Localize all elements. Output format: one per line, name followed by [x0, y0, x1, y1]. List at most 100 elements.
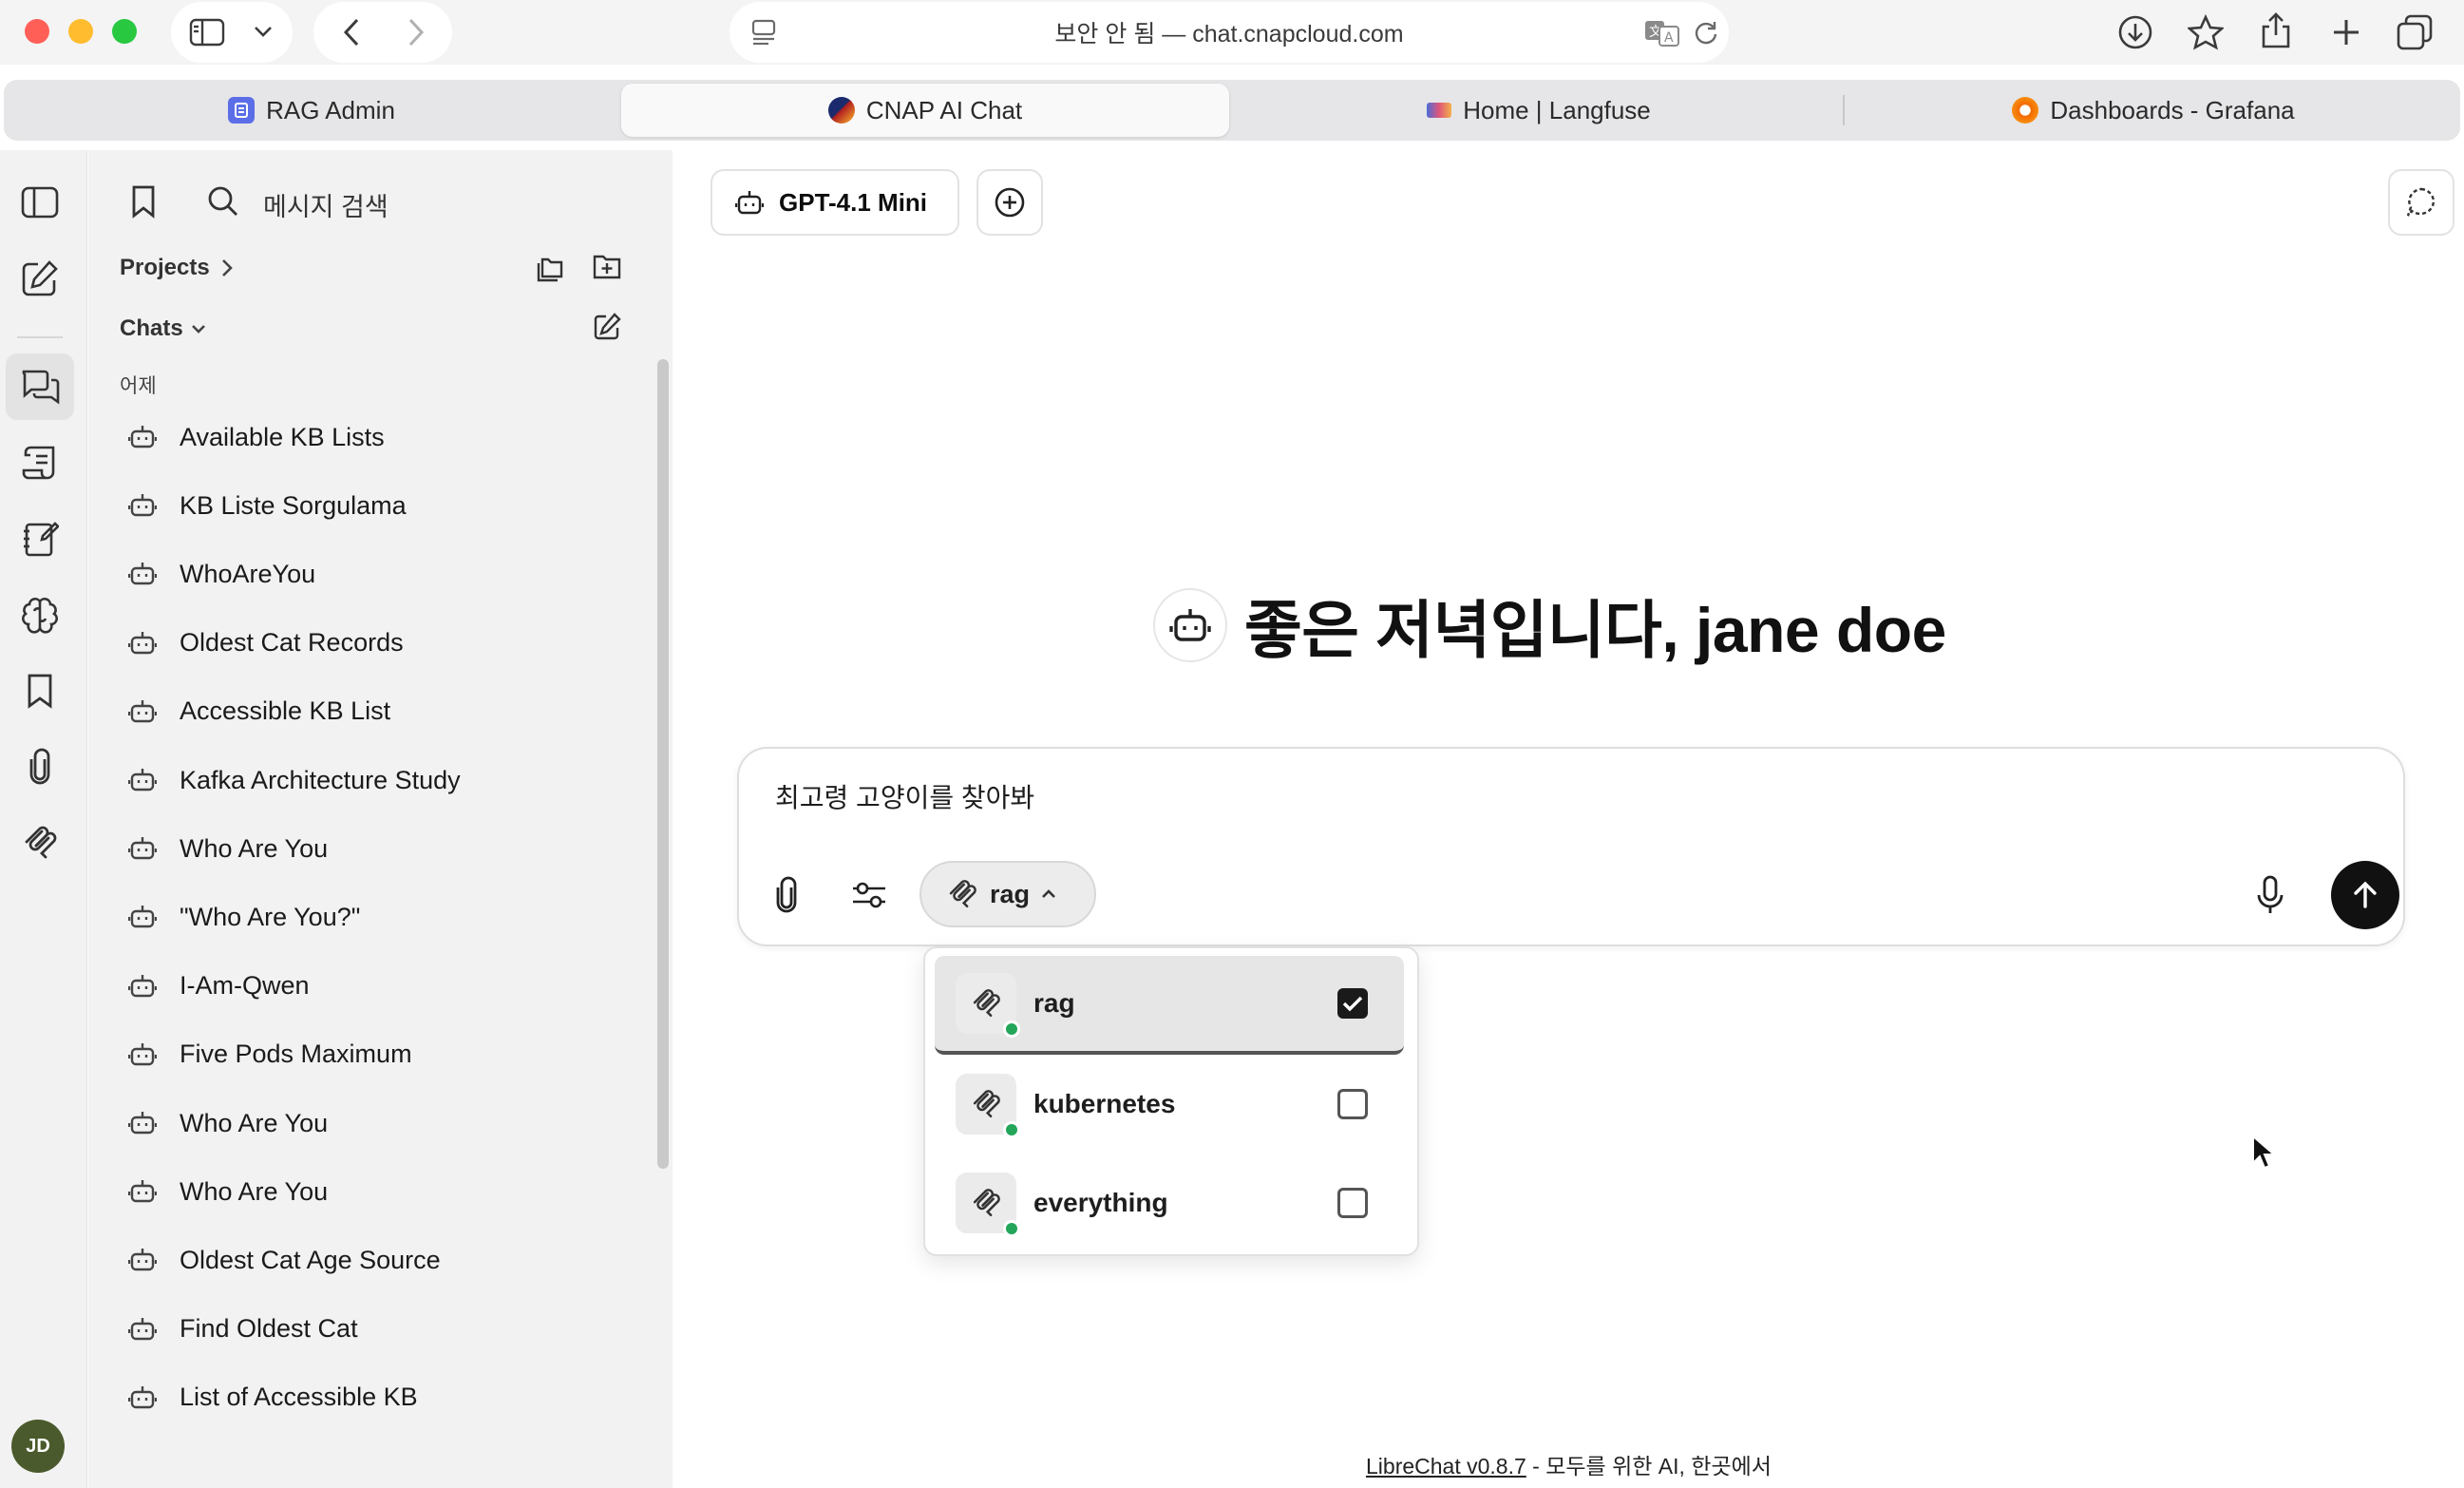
- bot-icon: [126, 1175, 159, 1208]
- chat-list-item[interactable]: Oldest Cat Age Source: [126, 1231, 639, 1288]
- chat-title: Kafka Architecture Study: [180, 765, 461, 794]
- chats-header[interactable]: Chats: [120, 315, 183, 342]
- chat-list-item[interactable]: Accessible KB List: [126, 683, 639, 740]
- mcp-option-label: kubernetes: [1033, 1089, 1176, 1118]
- sidebar-toggle-icon[interactable]: [186, 13, 228, 51]
- url-text: 보안 안 됨 — chat.cnapcloud.com: [1054, 21, 1404, 48]
- tab-grafana[interactable]: Dashboards - Grafana: [1847, 80, 2460, 141]
- mcp-option-rag[interactable]: rag: [935, 956, 1404, 1055]
- chat-title: "Who Are You?": [180, 902, 361, 931]
- online-status-dot: [1003, 1220, 1020, 1237]
- back-arrow-icon[interactable]: [332, 13, 370, 51]
- chevron-down-icon[interactable]: [249, 17, 277, 46]
- forward-arrow-icon[interactable]: [397, 13, 435, 51]
- tab-label: CNAP AI Chat: [865, 95, 1023, 124]
- bot-icon: [126, 764, 159, 796]
- bot-icon: [126, 1382, 159, 1414]
- address-bar[interactable]: 보안 안 됨 — chat.cnapcloud.com 文A: [730, 2, 1729, 63]
- mouse-cursor-icon: [2251, 1135, 2276, 1171]
- bookmarks-icon[interactable]: [6, 658, 74, 724]
- mcp-option-everything[interactable]: everything: [935, 1154, 1404, 1252]
- close-window-button[interactable]: [25, 19, 49, 44]
- maximize-window-button[interactable]: [112, 19, 137, 44]
- downloads-icon[interactable]: [2114, 11, 2156, 53]
- message-composer: 최고령 고양이를 찾아봐 rag: [737, 747, 2405, 946]
- attachments-icon[interactable]: [6, 734, 74, 800]
- temporary-chat-icon: [2405, 186, 2437, 219]
- user-avatar[interactable]: JD: [11, 1420, 65, 1473]
- mcp-option-checkbox[interactable]: [1337, 1089, 1368, 1119]
- message-input[interactable]: 최고령 고양이를 찾아봐: [775, 777, 1034, 815]
- chat-list-item[interactable]: "Who Are You?": [126, 888, 639, 945]
- new-tab-plus-icon[interactable]: [2325, 11, 2367, 53]
- share-icon[interactable]: [2255, 10, 2297, 51]
- model-name: GPT-4.1 Mini: [779, 187, 928, 217]
- new-project-icon[interactable]: [590, 249, 624, 283]
- mcp-icon[interactable]: [6, 810, 74, 876]
- sidebar-scrollbar[interactable]: [657, 359, 669, 1169]
- chat-list-item[interactable]: Five Pods Maximum: [126, 1026, 639, 1083]
- chat-title: Who Are You: [180, 1108, 329, 1137]
- temporary-chat-button[interactable]: [2388, 169, 2455, 236]
- footer-tagline: - 모두를 위한 AI, 한곳에서: [1526, 1454, 1772, 1478]
- bookmark-star-icon[interactable]: [2185, 11, 2227, 53]
- chat-title: WhoAreYou: [180, 559, 316, 588]
- chat-title: List of Accessible KB: [180, 1383, 418, 1412]
- page-menu-icon[interactable]: [745, 15, 783, 49]
- chat-title: Available KB Lists: [180, 422, 385, 451]
- chat-list-item[interactable]: Who Are You: [126, 820, 639, 877]
- translate-icon[interactable]: 文A: [1641, 15, 1683, 49]
- chat-list-item[interactable]: Who Are You: [126, 1163, 639, 1220]
- bot-icon: [126, 901, 159, 933]
- chat-list-item[interactable]: WhoAreYou: [126, 545, 639, 602]
- reload-icon[interactable]: [1689, 15, 1723, 49]
- attach-file-icon[interactable]: [768, 876, 806, 914]
- tab-langfuse[interactable]: Home | Langfuse: [1231, 80, 1847, 141]
- tab-rag-admin[interactable]: RAG Admin: [4, 80, 619, 141]
- chat-list-item[interactable]: List of Accessible KB: [126, 1369, 639, 1426]
- chat-list-item[interactable]: Find Oldest Cat: [126, 1301, 639, 1358]
- chat-list-item[interactable]: Kafka Architecture Study: [126, 752, 639, 809]
- chat-title: I-Am-Qwen: [180, 971, 310, 1001]
- model-selector-button[interactable]: GPT-4.1 Mini: [711, 169, 959, 236]
- new-chat-icon[interactable]: [6, 245, 74, 312]
- memories-icon[interactable]: [6, 506, 74, 572]
- brain-icon[interactable]: [6, 582, 74, 648]
- mcp-option-checkbox[interactable]: [1337, 1188, 1368, 1218]
- chat-list-item[interactable]: KB Liste Sorgulama: [126, 477, 639, 534]
- bot-icon: [126, 1313, 159, 1345]
- bot-icon: [126, 558, 159, 590]
- search-input[interactable]: 메시지 검색: [263, 186, 389, 223]
- toggle-sidebar-icon[interactable]: [6, 169, 74, 236]
- chats-icon[interactable]: [6, 353, 74, 420]
- bookmark-filter-icon[interactable]: [126, 182, 161, 220]
- tab-cnap-ai-chat[interactable]: CNAP AI Chat: [621, 84, 1229, 137]
- add-model-button[interactable]: [976, 169, 1043, 236]
- mcp-server-selector[interactable]: rag: [919, 861, 1096, 927]
- chat-list-item[interactable]: Who Are You: [126, 1095, 639, 1152]
- prompts-icon[interactable]: [6, 429, 74, 496]
- folders-icon[interactable]: [533, 251, 567, 285]
- mcp-option-kubernetes[interactable]: kubernetes: [935, 1055, 1404, 1154]
- tab-overview-icon[interactable]: [2394, 11, 2436, 53]
- chat-list-item[interactable]: I-Am-Qwen: [126, 958, 639, 1015]
- new-chat-sidebar-icon[interactable]: [590, 310, 624, 344]
- chevron-down-icon[interactable]: [189, 319, 208, 338]
- greeting-text: 좋은 저녁입니다, jane doe: [1244, 595, 1946, 665]
- grafana-favicon-icon: [2012, 97, 2039, 124]
- mcp-option-label: rag: [1033, 988, 1075, 1018]
- minimize-window-button[interactable]: [68, 19, 93, 44]
- librechat-version-link[interactable]: LibreChat v0.8.7: [1366, 1454, 1526, 1478]
- chat-list-item[interactable]: Available KB Lists: [126, 409, 639, 466]
- send-button[interactable]: [2331, 861, 2399, 929]
- chat-list-item[interactable]: Oldest Cat Records: [126, 615, 639, 672]
- projects-header[interactable]: Projects: [120, 255, 210, 281]
- chevron-right-icon[interactable]: [218, 257, 237, 279]
- mcp-server-dropdown: rag kubernetes everything: [923, 946, 1419, 1256]
- microphone-icon[interactable]: [2251, 872, 2289, 918]
- main-panel: GPT-4.1 Mini 좋은 저녁입니다, jane doe 최고령 고양이를…: [673, 150, 2464, 1488]
- tools-settings-icon[interactable]: [849, 876, 889, 914]
- mcp-option-checkbox[interactable]: [1337, 988, 1368, 1019]
- chat-title: Five Pods Maximum: [180, 1040, 412, 1069]
- chat-title: Oldest Cat Age Source: [180, 1245, 441, 1274]
